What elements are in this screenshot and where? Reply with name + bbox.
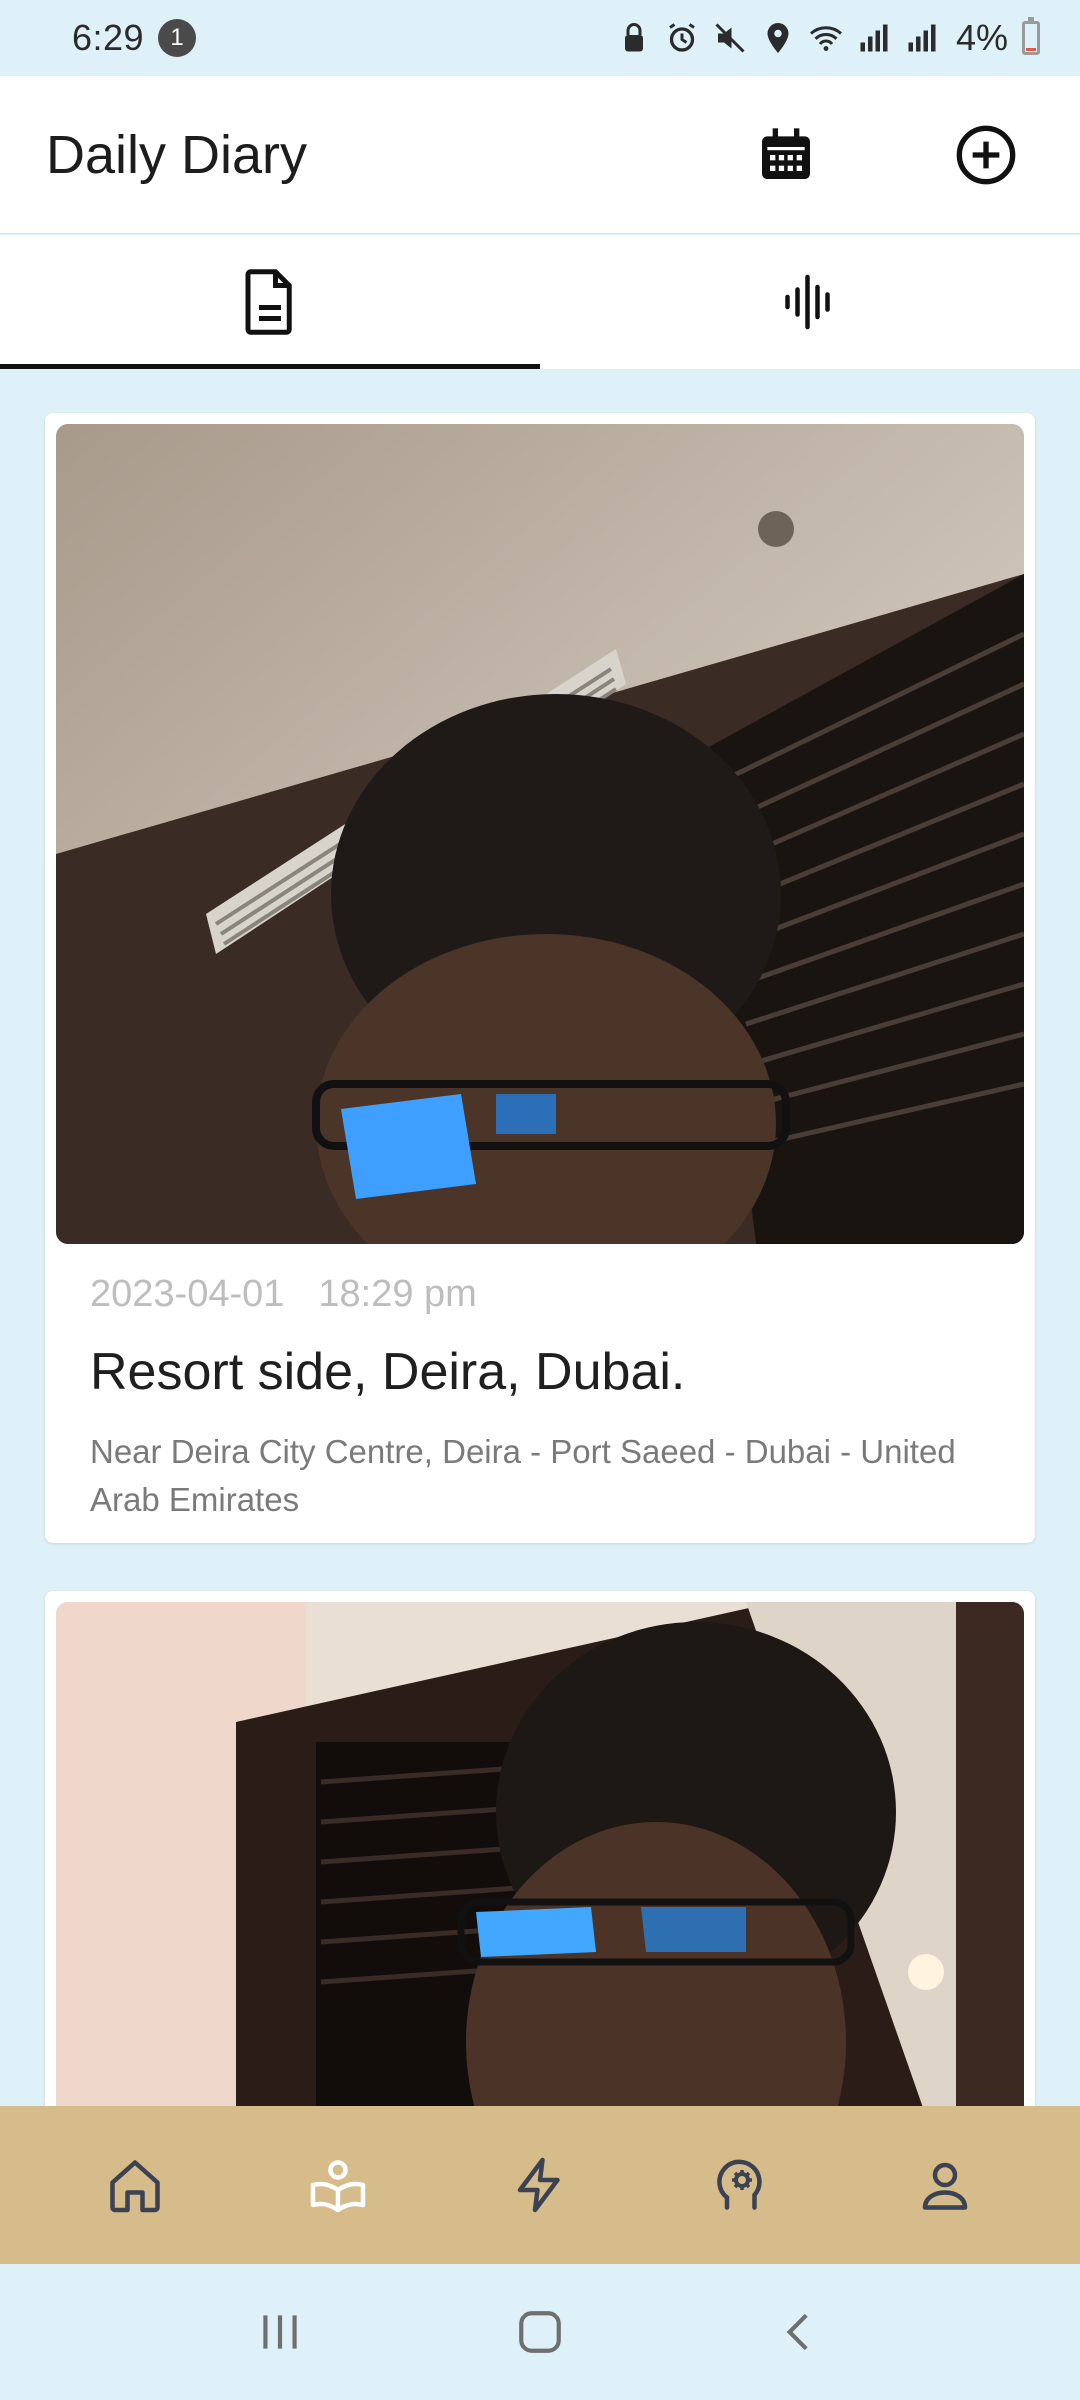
entry-date-line: 2023-04-01 18:29 pm <box>90 1273 990 1316</box>
signal-icon <box>860 24 888 52</box>
status-time: 6:29 <box>72 17 145 58</box>
back-button[interactable] <box>750 2282 850 2382</box>
recent-apps-button[interactable] <box>230 2282 330 2382</box>
add-entry-button[interactable] <box>938 107 1034 203</box>
add-circle-icon <box>956 125 1016 184</box>
recent-apps-icon <box>263 2315 297 2349</box>
tab-text-entries[interactable] <box>0 235 540 369</box>
home-icon <box>110 2160 160 2213</box>
nav-mind[interactable] <box>687 2130 797 2240</box>
entry-photo <box>56 1602 1024 2106</box>
calendar-icon <box>762 127 810 179</box>
home-system-button[interactable] <box>490 2282 590 2382</box>
lock-icon <box>624 23 643 52</box>
alarm-icon <box>669 23 695 52</box>
book-reader-icon <box>310 2160 365 2213</box>
tab-audio-entries[interactable] <box>540 235 1080 369</box>
mute-icon <box>715 23 745 53</box>
entry-card[interactable]: 2023-04-01 18:29 pm Resort side, Deira, D… <box>45 413 1035 1543</box>
battery-icon <box>1022 17 1040 55</box>
app-actions <box>738 107 1034 203</box>
entries-feed[interactable]: 2023-04-01 18:29 pm Resort side, Deira, D… <box>0 369 1080 2106</box>
nav-home[interactable] <box>80 2130 190 2240</box>
lightning-icon <box>517 2157 560 2213</box>
bottom-navigation <box>0 2106 1080 2264</box>
app-title: Daily Diary <box>46 124 308 185</box>
notification-badge: 1 <box>158 19 197 57</box>
nav-journal[interactable] <box>283 2130 393 2240</box>
mind-gear-icon <box>717 2159 763 2210</box>
entry-photo <box>56 424 1024 1244</box>
back-chevron-icon <box>786 2313 808 2351</box>
home-square-icon <box>519 2311 561 2353</box>
nav-activity[interactable] <box>485 2130 595 2240</box>
entry-meta: 2023-04-01 18:29 pm Resort side, Deira, D… <box>90 1273 990 1524</box>
signal-icon-2 <box>908 24 936 52</box>
entry-card[interactable] <box>45 1591 1035 2106</box>
entry-location: Near Deira City Centre, Deira - Port Sae… <box>90 1433 956 1518</box>
profile-icon <box>922 2162 967 2210</box>
app-bar: Daily Diary <box>0 76 1080 234</box>
audio-wave-icon <box>785 274 830 330</box>
entry-title: Resort side, Deira, Dubai. <box>90 1343 686 1401</box>
entry-date: 2023-04-01 <box>90 1273 285 1315</box>
entry-time: 18:29 pm <box>318 1273 477 1315</box>
status-icons: 4% <box>616 17 1040 59</box>
nav-profile[interactable] <box>890 2130 1000 2240</box>
system-navigation <box>0 2264 1080 2400</box>
tab-bar <box>0 235 1080 369</box>
battery-percent: 4% <box>955 17 1008 58</box>
status-bar: 6:29 1 4% <box>0 0 1080 76</box>
location-icon <box>767 23 789 53</box>
wifi-icon <box>809 26 842 51</box>
document-icon <box>245 269 292 335</box>
calendar-button[interactable] <box>738 107 834 203</box>
